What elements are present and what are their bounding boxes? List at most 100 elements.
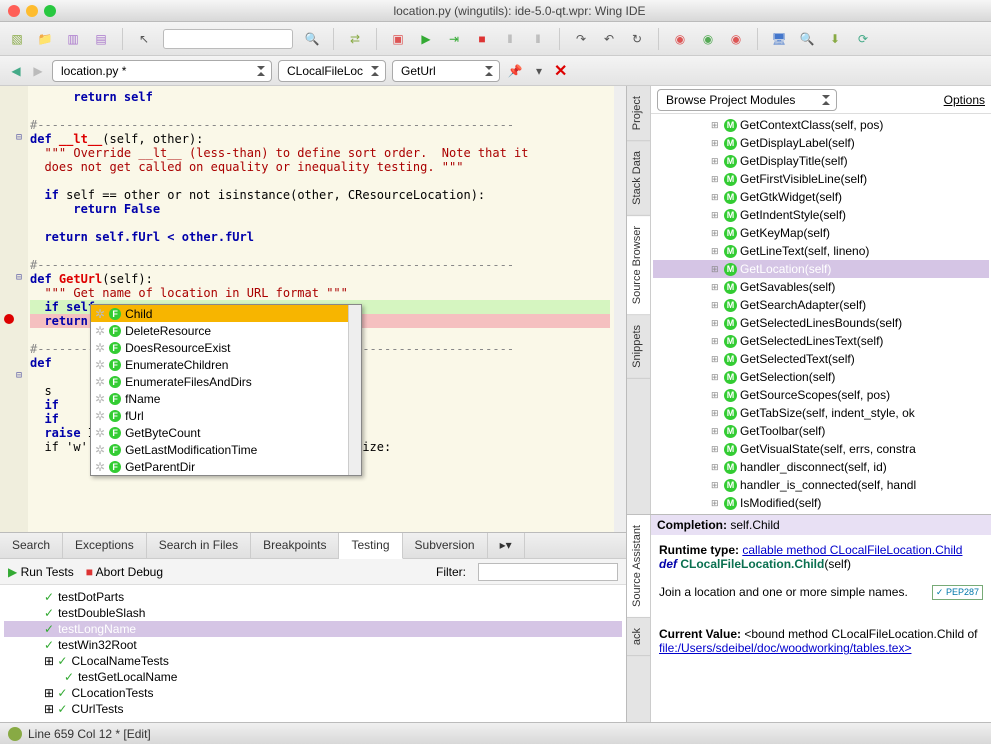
tab-breakpoints[interactable]: Breakpoints <box>251 533 339 558</box>
vtab-ack[interactable]: ack <box>627 618 650 656</box>
close-tab-icon[interactable]: ✕ <box>554 61 567 81</box>
tab-exceptions[interactable]: Exceptions <box>63 533 147 558</box>
tree-item[interactable]: ⊞MGetDisplayLabel(self) <box>653 134 989 152</box>
fold-icon[interactable]: ⊟ <box>16 132 25 143</box>
fold-icon[interactable]: ⊟ <box>16 272 25 283</box>
tree-item[interactable]: ⊞MGetLineText(self, lineno) <box>653 242 989 260</box>
autocomplete-item[interactable]: ✲FfUrl <box>91 407 361 424</box>
test-item[interactable]: ⊞ ✓CUrlTests <box>4 701 622 717</box>
tree-item[interactable]: ⊞MGetDisplayTitle(self) <box>653 152 989 170</box>
autocomplete-scrollbar[interactable] <box>348 305 361 475</box>
tab-overflow[interactable]: ▸▾ <box>488 533 525 558</box>
tree-item[interactable]: ⊞MGetKeyMap(self) <box>653 224 989 242</box>
autocomplete-item[interactable]: ✲FChild <box>91 305 361 322</box>
nav-forward-icon[interactable]: ▶ <box>30 63 46 79</box>
test-item[interactable]: ✓testWin32Root <box>4 637 622 653</box>
tree-item[interactable]: ⊞MIsModified(self) <box>653 494 989 512</box>
test-item[interactable]: ✓testGetLocalName <box>4 669 622 685</box>
file-combo[interactable]: location.py * <box>52 60 272 82</box>
open-folder-icon[interactable]: 📁 <box>36 30 54 48</box>
current-value-link[interactable]: file:/Users/sdeibel/doc/woodworking/tabl… <box>659 641 911 655</box>
pointer-icon[interactable]: ↖ <box>135 30 153 48</box>
options-link[interactable]: Options <box>944 93 985 107</box>
debug-file-icon[interactable]: ▣ <box>389 30 407 48</box>
module-tree[interactable]: ⊞MGetContextClass(self, pos)⊞MGetDisplay… <box>651 114 991 514</box>
vtab-source-assistant[interactable]: Source Assistant <box>627 515 650 618</box>
test-item[interactable]: ✓testDoubleSlash <box>4 605 622 621</box>
tree-item[interactable]: ⊞Mhandler_disconnect(self, id) <box>653 458 989 476</box>
step-into-icon[interactable]: ⇥ <box>445 30 463 48</box>
test-tree[interactable]: ✓testDotParts✓testDoubleSlash✓testLongNa… <box>0 585 626 722</box>
vtab-project[interactable]: Project <box>627 86 650 141</box>
autocomplete-item[interactable]: ✲FEnumerateFilesAndDirs <box>91 373 361 390</box>
test-item[interactable]: ✓testDotParts <box>4 589 622 605</box>
run-icon[interactable]: ▶ <box>417 30 435 48</box>
code-editor[interactable]: ⊟ ⊟ ⊟ return self #---------------------… <box>0 86 626 532</box>
tree-item[interactable]: ⊞MGetSelectedLinesText(self) <box>653 332 989 350</box>
chevron-down-icon[interactable]: ▾ <box>530 62 548 80</box>
autocomplete-item[interactable]: ✲FEnumerateChildren <box>91 356 361 373</box>
abort-debug-button[interactable]: ■ Abort Debug <box>86 565 163 579</box>
watch3-icon[interactable]: ◉ <box>727 30 745 48</box>
run-tests-button[interactable]: ▶ Run Tests <box>8 565 74 579</box>
save-icon[interactable]: ▤ <box>92 30 110 48</box>
close-window-icon[interactable] <box>8 5 20 17</box>
tree-item[interactable]: ⊞MGetSourceScopes(self, pos) <box>653 386 989 404</box>
watch2-icon[interactable]: ◉ <box>699 30 717 48</box>
tree-item[interactable]: ⊞MGetToolbar(self) <box>653 422 989 440</box>
tree-item[interactable]: ⊞MGetSelectedLinesBounds(self) <box>653 314 989 332</box>
minimize-window-icon[interactable] <box>26 5 38 17</box>
tree-item[interactable]: ⊞MGetSearchAdapter(self) <box>653 296 989 314</box>
test-item[interactable]: ⊞ ✓CLocalNameTests <box>4 653 622 669</box>
autocomplete-item[interactable]: ✲FGetLastModificationTime <box>91 441 361 458</box>
vtab-source-browser[interactable]: Source Browser <box>627 216 650 315</box>
pause2-icon[interactable]: ‖ <box>529 30 547 48</box>
docs-icon[interactable]: ▥ <box>64 30 82 48</box>
step-over-icon[interactable]: ↷ <box>572 30 590 48</box>
tree-item[interactable]: ⊞MGetTabSize(self, indent_style, ok <box>653 404 989 422</box>
step-out-icon[interactable]: ↶ <box>600 30 618 48</box>
autocomplete-item[interactable]: ✲FGetParentDir <box>91 458 361 475</box>
monitor-icon[interactable]: 🖥 <box>770 30 788 48</box>
find-icon[interactable]: 🔍 <box>798 30 816 48</box>
maximize-window-icon[interactable] <box>44 5 56 17</box>
autocomplete-item[interactable]: ✲FDoesResourceExist <box>91 339 361 356</box>
method-combo[interactable]: GetUrl <box>392 60 500 82</box>
vtab-snippets[interactable]: Snippets <box>627 315 650 379</box>
browse-combo[interactable]: Browse Project Modules <box>657 89 837 111</box>
autocomplete-item[interactable]: ✲FDeleteResource <box>91 322 361 339</box>
tree-item[interactable]: ⊞MGetSelection(self) <box>653 368 989 386</box>
pause-icon[interactable]: ‖ <box>501 30 519 48</box>
search-icon[interactable]: 🔍 <box>303 30 321 48</box>
tree-item[interactable]: ⊞MGetFirstVisibleLine(self) <box>653 170 989 188</box>
nav-back-icon[interactable]: ◀ <box>8 63 24 79</box>
filter-input[interactable] <box>478 563 618 581</box>
tab-search-in-files[interactable]: Search in Files <box>147 533 251 558</box>
watch1-icon[interactable]: ◉ <box>671 30 689 48</box>
tree-item[interactable]: ⊞MGetGtkWidget(self) <box>653 188 989 206</box>
autocomplete-item[interactable]: ✲FfName <box>91 390 361 407</box>
tree-item[interactable]: ⊞MGetSelectedText(self) <box>653 350 989 368</box>
search-input[interactable] <box>163 29 293 49</box>
tab-search[interactable]: Search <box>0 533 63 558</box>
test-item[interactable]: ✓testLongName <box>4 621 622 637</box>
fold-icon[interactable]: ⊟ <box>16 370 25 381</box>
tree-item[interactable]: ⊞MGetVisualState(self, errs, constra <box>653 440 989 458</box>
test-item[interactable]: ⊞ ✓CLocationTests <box>4 685 622 701</box>
replace-icon[interactable]: ⇄ <box>346 30 364 48</box>
tree-item[interactable]: ⊞MGetIndentStyle(self) <box>653 206 989 224</box>
tab-subversion[interactable]: Subversion <box>403 533 488 558</box>
step-icon[interactable]: ↻ <box>628 30 646 48</box>
new-file-icon[interactable]: ▧ <box>8 30 26 48</box>
tab-testing[interactable]: Testing <box>339 533 402 559</box>
tree-item[interactable]: ⊞Mhandler_is_connected(self, handl <box>653 476 989 494</box>
refresh-icon[interactable]: ⟳ <box>854 30 872 48</box>
tree-item[interactable]: ⊞MGetLocation(self) <box>653 260 989 278</box>
breakpoint-icon[interactable] <box>4 314 14 324</box>
tree-item[interactable]: ⊞MGetSavables(self) <box>653 278 989 296</box>
download-icon[interactable]: ⬇ <box>826 30 844 48</box>
tree-item[interactable]: ⊞MGetContextClass(self, pos) <box>653 116 989 134</box>
runtime-type-link[interactable]: callable method CLocalFileLocation.Child <box>742 543 962 557</box>
class-combo[interactable]: CLocalFileLoc <box>278 60 386 82</box>
pin-icon[interactable]: 📌 <box>506 62 524 80</box>
